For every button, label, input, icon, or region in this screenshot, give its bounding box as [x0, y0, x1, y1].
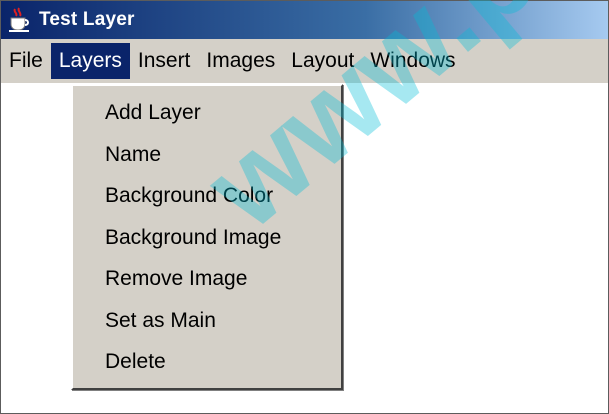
menu-item-add-layer[interactable]: Add Layer: [73, 92, 341, 134]
menu-layers[interactable]: Layers: [50, 43, 130, 79]
menu-layout[interactable]: Layout: [283, 43, 362, 79]
menu-item-delete[interactable]: Delete: [73, 341, 341, 383]
menu-item-background-image[interactable]: Background Image: [73, 217, 341, 259]
menu-images[interactable]: Images: [198, 43, 283, 79]
layers-dropdown-menu: Add Layer Name Background Color Backgrou…: [71, 84, 343, 390]
menu-file[interactable]: File: [1, 43, 51, 79]
menu-item-remove-image[interactable]: Remove Image: [73, 258, 341, 300]
menu-insert[interactable]: Insert: [130, 43, 199, 79]
title-bar[interactable]: Test Layer: [1, 1, 608, 39]
menu-bar: File Layers Insert Images Layout Windows: [1, 39, 608, 84]
menu-item-set-as-main[interactable]: Set as Main: [73, 300, 341, 342]
java-coffee-cup-icon: [9, 7, 29, 32]
menu-item-name[interactable]: Name: [73, 134, 341, 176]
window-title: Test Layer: [39, 9, 135, 30]
menu-item-background-color[interactable]: Background Color: [73, 175, 341, 217]
menu-windows[interactable]: Windows: [362, 43, 463, 79]
